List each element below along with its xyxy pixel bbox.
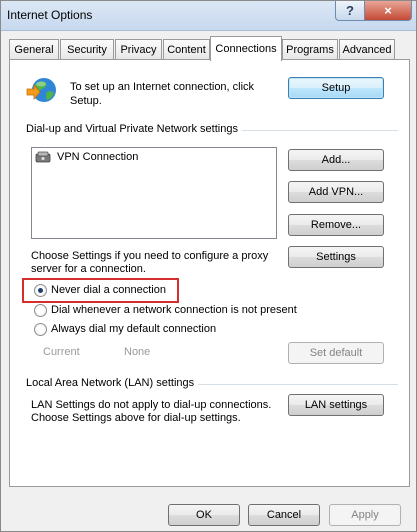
help-icon: ? bbox=[346, 3, 354, 18]
list-item[interactable]: VPN Connection bbox=[35, 151, 138, 163]
remove-button[interactable]: Remove... bbox=[288, 214, 384, 236]
dial-whenever-radio[interactable] bbox=[34, 304, 47, 317]
lan-text-line1: LAN Settings do not apply to dial-up con… bbox=[31, 399, 272, 411]
lan-settings-button[interactable]: LAN settings bbox=[288, 394, 384, 416]
current-value: None bbox=[124, 346, 151, 358]
tab-connections[interactable]: Connections bbox=[210, 36, 282, 61]
tab-content[interactable]: Content bbox=[163, 39, 210, 60]
settings-button[interactable]: Settings bbox=[288, 246, 384, 268]
proxy-text-line2: server for a connection. bbox=[31, 263, 146, 275]
title-bar[interactable]: Internet Options ? × bbox=[1, 1, 416, 31]
always-dial-label[interactable]: Always dial my default connection bbox=[51, 323, 216, 335]
connection-list[interactable]: VPN Connection bbox=[31, 147, 277, 239]
globe-network-icon bbox=[26, 78, 56, 102]
lan-separator bbox=[198, 384, 398, 385]
tab-privacy[interactable]: Privacy bbox=[115, 39, 162, 60]
tab-programs[interactable]: Programs bbox=[282, 39, 338, 60]
lan-group-label: Local Area Network (LAN) settings bbox=[26, 377, 195, 389]
setup-button[interactable]: Setup bbox=[288, 77, 384, 99]
apply-button[interactable]: Apply bbox=[329, 504, 401, 526]
current-label: Current bbox=[43, 346, 80, 358]
set-default-button[interactable]: Set default bbox=[288, 342, 384, 364]
add-button[interactable]: Add... bbox=[288, 149, 384, 171]
ok-button[interactable]: OK bbox=[168, 504, 240, 526]
dialup-group-label: Dial-up and Virtual Private Network sett… bbox=[26, 123, 238, 135]
tab-strip: General Security Privacy Content Connect… bbox=[9, 36, 409, 61]
cancel-button[interactable]: Cancel bbox=[248, 504, 320, 526]
setup-text-line1: To set up an Internet connection, click bbox=[70, 81, 255, 93]
never-dial-radio[interactable] bbox=[34, 284, 47, 297]
help-button[interactable]: ? bbox=[335, 1, 365, 21]
window-title: Internet Options bbox=[7, 8, 93, 22]
vpn-connection-icon bbox=[35, 151, 51, 163]
close-icon: × bbox=[384, 3, 392, 18]
always-dial-radio[interactable] bbox=[34, 323, 47, 336]
setup-text-line2: Setup. bbox=[70, 95, 102, 107]
internet-options-window: Internet Options ? × General Security Pr… bbox=[0, 0, 417, 532]
lan-text-line2: Choose Settings above for dial-up settin… bbox=[31, 412, 241, 424]
proxy-text-line1: Choose Settings if you need to configure… bbox=[31, 250, 269, 262]
tab-general[interactable]: General bbox=[9, 39, 59, 60]
add-vpn-button[interactable]: Add VPN... bbox=[288, 181, 384, 203]
connection-name: VPN Connection bbox=[57, 151, 139, 163]
dialup-separator bbox=[242, 130, 398, 131]
tab-advanced[interactable]: Advanced bbox=[339, 39, 395, 60]
close-button[interactable]: × bbox=[364, 1, 412, 21]
connections-panel: To set up an Internet connection, click … bbox=[9, 59, 410, 487]
tab-security[interactable]: Security bbox=[60, 39, 114, 60]
never-dial-label[interactable]: Never dial a connection bbox=[51, 284, 166, 296]
dial-whenever-label[interactable]: Dial whenever a network connection is no… bbox=[51, 304, 297, 316]
